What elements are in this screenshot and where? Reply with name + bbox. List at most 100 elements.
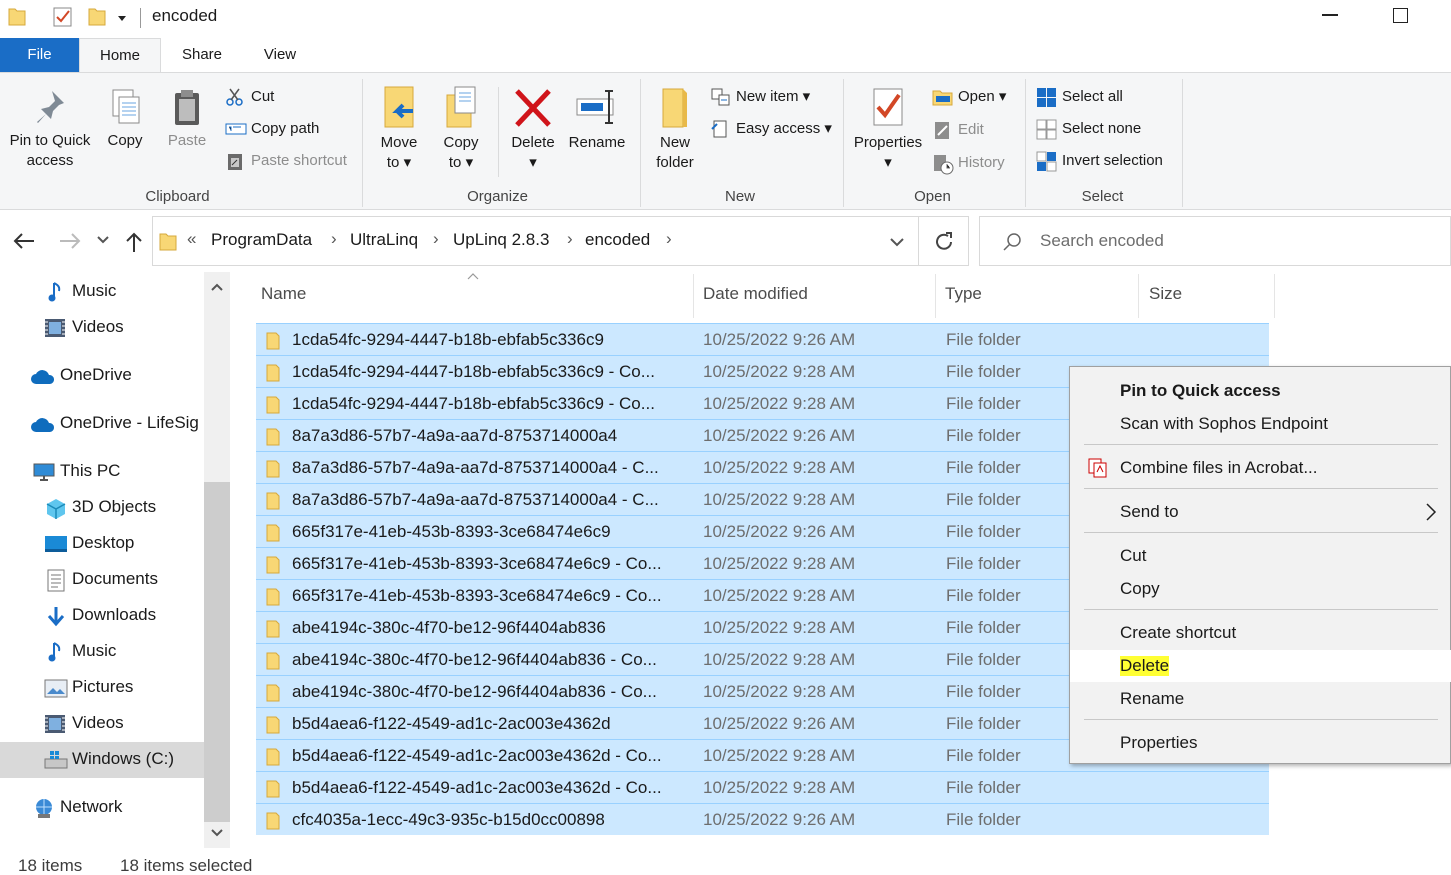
address-bar[interactable]: « ProgramData › UltraLinq › UpLinq 2.8.3… <box>152 216 919 266</box>
select-none-icon <box>1036 119 1057 140</box>
column-divider[interactable] <box>1274 274 1275 318</box>
tab-view[interactable]: View <box>250 38 310 72</box>
context-menu: Pin to Quick access Scan with Sophos End… <box>1069 366 1451 764</box>
folder-icon <box>266 396 280 414</box>
sidebar-item-videos-2[interactable]: Videos <box>0 706 204 742</box>
search-input[interactable]: Search encoded <box>979 216 1451 266</box>
table-row[interactable]: b5d4aea6-f122-4549-ad1c-2ac003e4362d - C… <box>256 771 1269 803</box>
maximize-button[interactable] <box>1393 8 1408 23</box>
menu-item-send-to[interactable]: Send to <box>1070 496 1451 528</box>
clipboard-group-label: Clipboard <box>145 188 210 205</box>
sidebar-item-music-2[interactable]: Music <box>0 634 204 670</box>
menu-item-create-shortcut[interactable]: Create shortcut <box>1070 617 1451 649</box>
sidebar-item-3d-objects[interactable]: 3D Objects <box>0 490 204 526</box>
breadcrumb-uplinq[interactable]: UpLinq 2.8.3 <box>453 230 549 250</box>
menu-item-combine-acrobat[interactable]: Combine files in Acrobat... <box>1070 452 1451 484</box>
tab-share[interactable]: Share <box>170 38 234 72</box>
paste-button[interactable]: Paste <box>162 87 212 151</box>
folder-icon <box>8 8 26 26</box>
customize-dropdown-icon[interactable] <box>116 12 128 24</box>
menu-item-delete[interactable]: Delete <box>1070 650 1451 682</box>
pictures-icon <box>44 679 68 698</box>
overflow-chevron[interactable]: « <box>187 229 196 249</box>
back-arrow-icon[interactable] <box>12 231 36 251</box>
rename-button[interactable]: Rename <box>566 85 628 153</box>
refresh-button[interactable] <box>919 216 969 266</box>
sidebar-item-downloads[interactable]: Downloads <box>0 598 204 634</box>
address-dropdown-icon[interactable] <box>889 237 905 249</box>
menu-item-scan-sophos[interactable]: Scan with Sophos Endpoint <box>1070 408 1451 440</box>
menu-item-copy[interactable]: Copy <box>1070 573 1451 605</box>
sidebar-item-desktop[interactable]: Desktop <box>0 526 204 562</box>
paste-icon <box>175 90 199 125</box>
column-header-type[interactable]: Type <box>945 284 982 304</box>
sidebar-item-onedrive-lifesig[interactable]: OneDrive - LifeSig <box>0 406 204 442</box>
cloud-icon <box>31 418 55 432</box>
sidebar-item-documents[interactable]: Documents <box>0 562 204 598</box>
folder-icon <box>266 620 280 638</box>
menu-item-cut[interactable]: Cut <box>1070 540 1451 572</box>
folder-icon <box>266 524 280 542</box>
column-divider[interactable] <box>935 274 936 318</box>
menu-item-rename[interactable]: Rename <box>1070 683 1451 715</box>
drive-icon <box>44 751 68 769</box>
file-date: 10/25/2022 9:28 AM <box>703 362 856 381</box>
forward-arrow-icon[interactable] <box>58 231 82 251</box>
sidebar-item-music[interactable]: Music <box>0 274 204 310</box>
scroll-up-icon[interactable] <box>210 282 224 292</box>
item-count: 18 items <box>18 856 83 875</box>
chevron-right-icon[interactable]: › <box>567 229 573 249</box>
move-to-button[interactable]: Move to ▾ <box>372 85 426 173</box>
select-all-icon <box>1037 88 1056 107</box>
paste-shortcut-icon <box>228 154 242 170</box>
sidebar-item-this-pc[interactable]: This PC <box>0 454 204 490</box>
nav-scrollbar[interactable] <box>204 272 230 848</box>
properties-check-icon[interactable] <box>52 6 74 28</box>
pin-to-quick-access-button[interactable]: Pin to Quick access <box>4 87 96 171</box>
menu-item-pin-to-quick-access[interactable]: Pin to Quick access <box>1070 375 1451 407</box>
properties-button[interactable]: Properties ▾ <box>848 85 928 173</box>
recent-locations-chevron-icon[interactable] <box>96 235 110 247</box>
column-header-date[interactable]: Date modified <box>703 284 808 304</box>
copy-to-button[interactable]: Copy to ▾ <box>434 85 488 173</box>
scrollbar-thumb[interactable] <box>204 482 230 822</box>
chevron-right-icon[interactable]: › <box>331 229 337 249</box>
chevron-right-icon[interactable]: › <box>433 229 439 249</box>
tab-home[interactable]: Home <box>79 38 161 72</box>
file-name: 1cda54fc-9294-4447-b18b-ebfab5c336c9 - C… <box>292 394 655 413</box>
sidebar-item-videos[interactable]: Videos <box>0 310 204 346</box>
scroll-down-icon[interactable] <box>210 828 224 838</box>
new-folder-qa-icon[interactable] <box>88 6 106 26</box>
tab-file[interactable]: File <box>0 38 79 72</box>
file-type: File folder <box>946 426 1021 445</box>
up-arrow-icon[interactable] <box>124 231 144 253</box>
breadcrumb-encoded[interactable]: encoded <box>585 230 650 250</box>
minimize-button[interactable] <box>1322 14 1338 16</box>
table-row[interactable]: 1cda54fc-9294-4447-b18b-ebfab5c336c9 10/2… <box>256 323 1269 355</box>
column-header-name[interactable]: Name <box>261 284 306 304</box>
open-group-label: Open <box>914 188 951 205</box>
documents-icon <box>47 569 65 592</box>
file-date: 10/25/2022 9:28 AM <box>703 394 856 413</box>
sidebar-item-network[interactable]: Network <box>0 790 204 826</box>
delete-ribbon-button[interactable]: Delete ▾ <box>506 85 560 173</box>
new-folder-button[interactable]: New folder <box>648 85 702 173</box>
column-divider[interactable] <box>693 274 694 318</box>
table-row[interactable]: cfc4035a-1ecc-49c3-935c-b15d0cc00898 10/2… <box>256 803 1269 835</box>
window-title: encoded <box>152 6 218 25</box>
breadcrumb-programdata[interactable]: ProgramData <box>211 230 312 250</box>
column-header-size[interactable]: Size <box>1149 284 1182 304</box>
file-type: File folder <box>946 458 1021 477</box>
sidebar-item-windows-c[interactable]: Windows (C:) <box>0 742 204 778</box>
breadcrumb-ultralinq[interactable]: UltraLinq <box>350 230 418 250</box>
move-to-icon <box>384 86 414 128</box>
cloud-icon <box>31 370 55 384</box>
copy-button[interactable]: Copy <box>100 87 150 151</box>
sidebar-item-pictures[interactable]: Pictures <box>0 670 204 706</box>
menu-item-properties[interactable]: Properties <box>1070 727 1451 759</box>
new-folder-icon <box>662 88 687 128</box>
sidebar-item-onedrive[interactable]: OneDrive <box>0 358 204 394</box>
chevron-right-icon[interactable]: › <box>666 229 672 249</box>
column-divider[interactable] <box>1138 274 1139 318</box>
menu-separator <box>1084 488 1438 489</box>
